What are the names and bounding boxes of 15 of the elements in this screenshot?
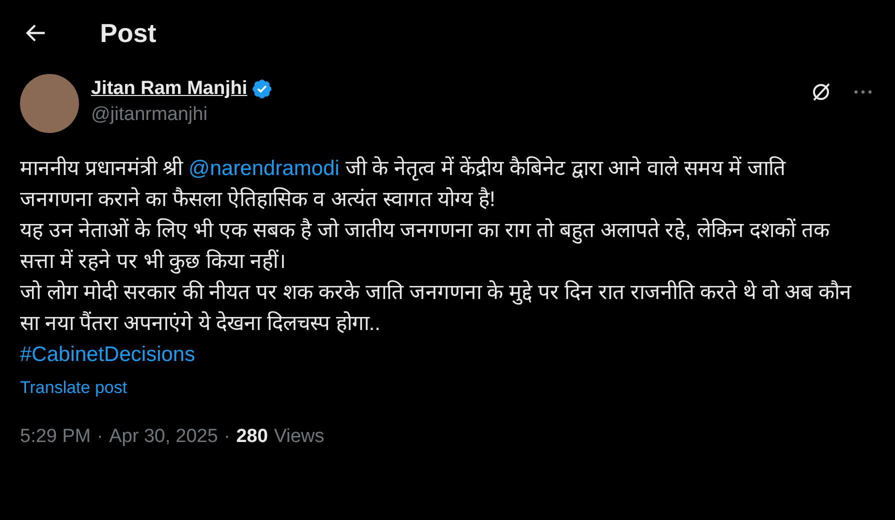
hashtag-link[interactable]: #CabinetDecisions bbox=[20, 339, 196, 370]
separator-dot: · bbox=[224, 426, 230, 448]
post-paragraph: जो लोग मोदी सरकार की नीयत पर शक करके जाति जनगणना के मुद्दे पर दिन रात राजनीति करते थे वो अब कौन सा नया पैंतरा अपनाएंगे ये देखना दिलचस्प होगा.. bbox=[20, 279, 853, 337]
translate-link[interactable]: Translate post bbox=[20, 378, 128, 398]
author-name[interactable]: Jitan Ram Manjhi bbox=[91, 78, 248, 100]
separator-dot: · bbox=[96, 426, 104, 448]
page-title: Post bbox=[100, 18, 156, 48]
post-paragraph: यह उन नेताओं के लिए भी एक सबक है जो जातीय जनगणना का राग तो बहुत अलापते रहे, लेकिन दशकों तक सत्ता में रहने पर भी कुछ किया नहीं। bbox=[20, 217, 831, 276]
author-handle[interactable]: @jitanrmanjhi bbox=[91, 104, 809, 126]
post-paragraph: माननीय प्रधानमंत्री श्री @narendramodi जी के नेतृत्व में केंद्रीय कैबिनेट द्वारा आने वाले समय में जाति जनगणना कराने का फैसला ऐतिहासिक व अत्यंत स्वागत योग्य है! bbox=[20, 155, 787, 213]
mention-link[interactable]: @narendramodi bbox=[188, 157, 340, 180]
post-meta-text: Views bbox=[274, 426, 324, 448]
post-meta-text: Apr 30, 2025 bbox=[109, 426, 218, 448]
post-meta-text: 5:29 PM bbox=[20, 426, 91, 448]
view-count: 280 bbox=[236, 426, 268, 448]
